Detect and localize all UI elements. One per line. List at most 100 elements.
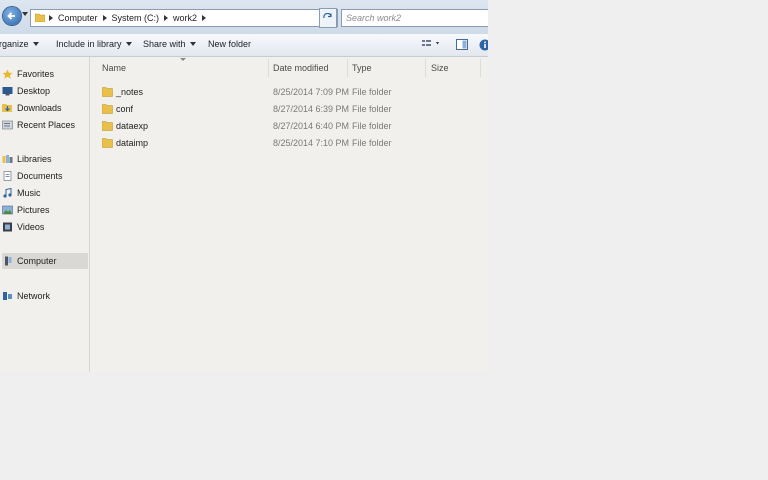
nav-pictures-label: Pictures [17, 205, 50, 215]
breadcrumb-separator-icon[interactable] [102, 15, 107, 21]
nav-libraries[interactable]: Libraries [2, 152, 52, 166]
column-header-size[interactable]: Size [431, 63, 449, 73]
file-type: File folder [352, 138, 392, 148]
file-row[interactable]: dataimp 8/25/2014 7:10 PM File folder [90, 136, 488, 151]
libraries-icon [2, 155, 13, 163]
videos-icon [3, 222, 12, 232]
column-divider[interactable] [347, 59, 348, 77]
nav-favorites-label: Favorites [17, 69, 55, 79]
preview-pane-button[interactable] [456, 39, 468, 52]
file-name: dataexp [116, 121, 149, 131]
file-date-modified: 8/25/2014 7:09 PM [273, 87, 350, 97]
include-in-library-menu[interactable]: Include in library [56, 39, 132, 49]
file-row[interactable]: _notes 8/25/2014 7:09 PM File folder [90, 85, 488, 100]
organize-menu[interactable]: Organize [0, 39, 39, 49]
breadcrumb-separator-icon[interactable] [202, 15, 207, 21]
include-in-library-label: Include in library [56, 39, 122, 49]
chevron-down-icon [125, 42, 132, 46]
column-divider[interactable] [268, 59, 269, 77]
nav-desktop-label: Desktop [17, 86, 51, 96]
chevron-down-icon [32, 42, 39, 46]
nav-libraries-label: Libraries [17, 154, 52, 164]
nav-videos[interactable]: Videos [2, 220, 44, 234]
nav-downloads-label: Downloads [17, 103, 62, 113]
folder-icon [102, 87, 113, 97]
folder-icon [102, 121, 113, 131]
nav-network-label: Network [17, 291, 51, 301]
column-header-name[interactable]: Name [102, 63, 126, 73]
nav-computer[interactable]: Computer [2, 253, 88, 269]
downloads-icon [2, 104, 12, 112]
folder-icon [35, 13, 45, 22]
sort-ascending-icon [180, 58, 186, 61]
file-type: File folder [352, 121, 392, 131]
search-input[interactable]: Search work2 [341, 9, 488, 27]
recent-pages-dropdown[interactable] [22, 12, 28, 16]
view-options-icon [422, 40, 439, 46]
nav-computer-label: Computer [17, 256, 57, 266]
back-button[interactable] [3, 7, 21, 25]
nav-recent-places[interactable]: Recent Places [2, 118, 75, 132]
computer-icon [5, 256, 12, 266]
nav-network[interactable]: Network [2, 289, 50, 303]
command-bar: Organize Include in library Share with N… [0, 34, 488, 57]
file-row[interactable]: conf 8/27/2014 6:39 PM File folder [90, 102, 488, 117]
change-view-button[interactable] [422, 39, 442, 51]
desktop-icon [2, 87, 13, 96]
file-type: File folder [352, 104, 392, 114]
file-type: File folder [352, 87, 392, 97]
breadcrumb: Computer System (C:) work2 [49, 13, 207, 23]
star-icon [2, 69, 13, 79]
column-header-date-modified[interactable]: Date modified [273, 63, 329, 73]
breadcrumb-work2[interactable]: work2 [173, 13, 197, 23]
nav-pictures[interactable]: Pictures [2, 203, 50, 217]
file-name: _notes [116, 87, 144, 97]
file-name: conf [116, 104, 134, 114]
explorer-window: Computer System (C:) work2 Search work2 … [0, 0, 488, 372]
breadcrumb-computer[interactable]: Computer [58, 13, 98, 23]
organize-label: Organize [0, 39, 29, 49]
refresh-icon [323, 13, 332, 19]
chevron-down-icon [22, 12, 28, 16]
share-with-menu[interactable]: Share with [143, 39, 196, 49]
nav-recent-places-label: Recent Places [17, 120, 76, 130]
pictures-icon [2, 205, 13, 215]
nav-documents-label: Documents [17, 171, 63, 181]
breadcrumb-system-c[interactable]: System (C:) [112, 13, 160, 23]
file-date-modified: 8/25/2014 7:10 PM [273, 138, 350, 148]
back-arrow-icon [7, 12, 15, 20]
column-divider[interactable] [425, 59, 426, 77]
new-folder-label: New folder [208, 39, 252, 49]
address-row: Computer System (C:) work2 Search work2 [0, 0, 488, 34]
recent-places-icon [2, 120, 13, 130]
file-row[interactable]: dataexp 8/27/2014 6:40 PM File folder [90, 119, 488, 134]
new-folder-button[interactable]: New folder [208, 39, 251, 49]
breadcrumb-separator-icon[interactable] [49, 15, 53, 21]
preview-pane-icon [456, 39, 468, 50]
file-list: Name Date modified Type Size _notes 8/25… [90, 57, 488, 372]
network-icon [3, 292, 12, 300]
nav-downloads[interactable]: Downloads [2, 101, 62, 115]
share-with-label: Share with [143, 39, 186, 49]
nav-documents[interactable]: Documents [2, 169, 63, 183]
column-header-type[interactable]: Type [352, 63, 372, 73]
file-name: dataimp [116, 138, 149, 148]
nav-music[interactable]: Music [2, 186, 41, 200]
nav-videos-label: Videos [17, 222, 45, 232]
music-icon [3, 188, 12, 198]
nav-music-label: Music [17, 188, 41, 198]
file-date-modified: 8/27/2014 6:40 PM [273, 121, 350, 131]
refresh-button[interactable] [319, 8, 337, 28]
nav-desktop[interactable]: Desktop [2, 84, 50, 98]
chevron-down-icon [189, 42, 196, 46]
nav-favorites[interactable]: Favorites [2, 67, 54, 81]
breadcrumb-separator-icon[interactable] [164, 15, 169, 21]
help-button[interactable] [479, 39, 488, 53]
address-bar[interactable]: Computer System (C:) work2 [30, 9, 347, 27]
folder-icon [102, 138, 113, 148]
documents-icon [3, 171, 12, 181]
help-icon [479, 39, 488, 51]
column-divider[interactable] [480, 59, 481, 77]
folder-icon [102, 104, 113, 114]
navigation-pane: Favorites Desktop Downloads Recent Place… [0, 57, 90, 372]
